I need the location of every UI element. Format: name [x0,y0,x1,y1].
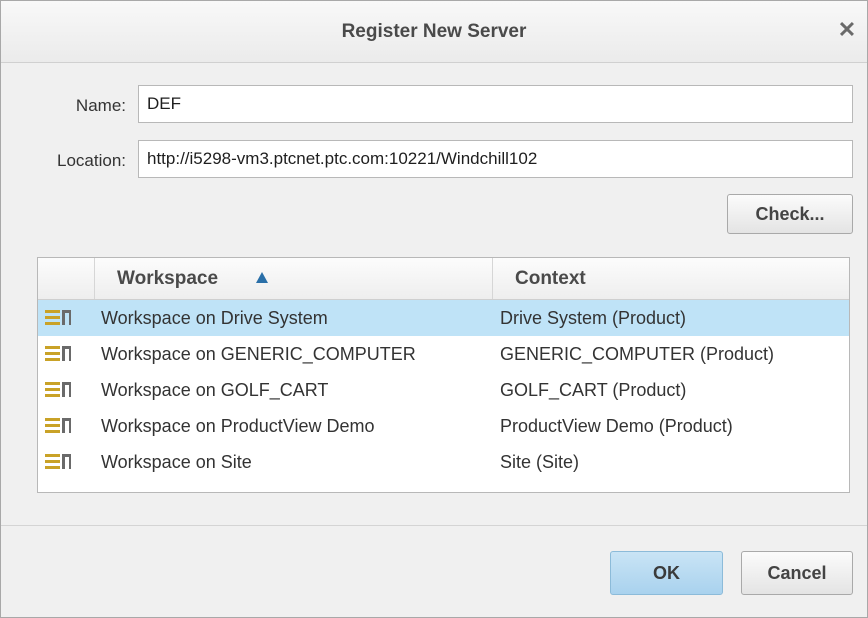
title-bar: Register New Server ✕ [1,1,867,63]
name-label: Name: [75,96,126,115]
context-cell: GENERIC_COMPUTER (Product) [500,344,775,364]
icon-column-header [38,258,94,299]
workspace-cell: Workspace on GOLF_CART [101,380,329,400]
close-icon[interactable]: ✕ [835,18,859,42]
context-cell: Site (Site) [500,452,580,472]
workspace-icon [44,308,72,328]
name-input[interactable] [138,85,853,123]
check-button[interactable]: Check... [727,194,853,234]
context-cell: Drive System (Product) [500,308,687,328]
table-row[interactable]: Workspace on Site Site (Site) [38,444,849,480]
location-input[interactable] [138,140,853,178]
workspace-cell: Workspace on GENERIC_COMPUTER [101,344,416,364]
workspace-icon [44,380,72,400]
location-label: Location: [57,151,126,170]
cancel-button[interactable]: Cancel [741,551,853,595]
context-column-label: Context [515,268,586,289]
workspace-column-header[interactable]: Workspace [94,258,492,299]
workspace-cell: Workspace on ProductView Demo [101,416,375,436]
context-column-header[interactable]: Context [492,258,849,299]
context-cell: ProductView Demo (Product) [500,416,733,436]
workspace-cell: Workspace on Drive System [101,308,328,328]
table-header: Workspace Context [38,258,849,300]
table-row[interactable]: Workspace on Drive System Drive System (P… [38,300,849,336]
workspace-icon [44,452,72,472]
workspace-cell: Workspace on Site [101,452,252,472]
context-cell: GOLF_CART (Product) [500,380,687,400]
ok-button[interactable]: OK [610,551,723,595]
table-row[interactable]: Workspace on GENERIC_COMPUTER GENERIC_COM… [38,336,849,372]
workspace-table: Workspace Context Workspace on Drive Sys… [37,257,850,493]
workspace-icon [44,344,72,364]
register-server-dialog: Register New Server ✕ Name: Location: Ch… [0,0,868,618]
table-row[interactable]: Workspace on ProductView Demo ProductView… [38,408,849,444]
table-row[interactable]: Workspace on GOLF_CART GOLF_CART (Product… [38,372,849,408]
footer-divider [1,525,867,526]
sort-ascending-icon [256,272,269,283]
workspace-column-label: Workspace [117,268,219,289]
workspace-icon [44,416,72,436]
dialog-title: Register New Server [341,21,527,42]
